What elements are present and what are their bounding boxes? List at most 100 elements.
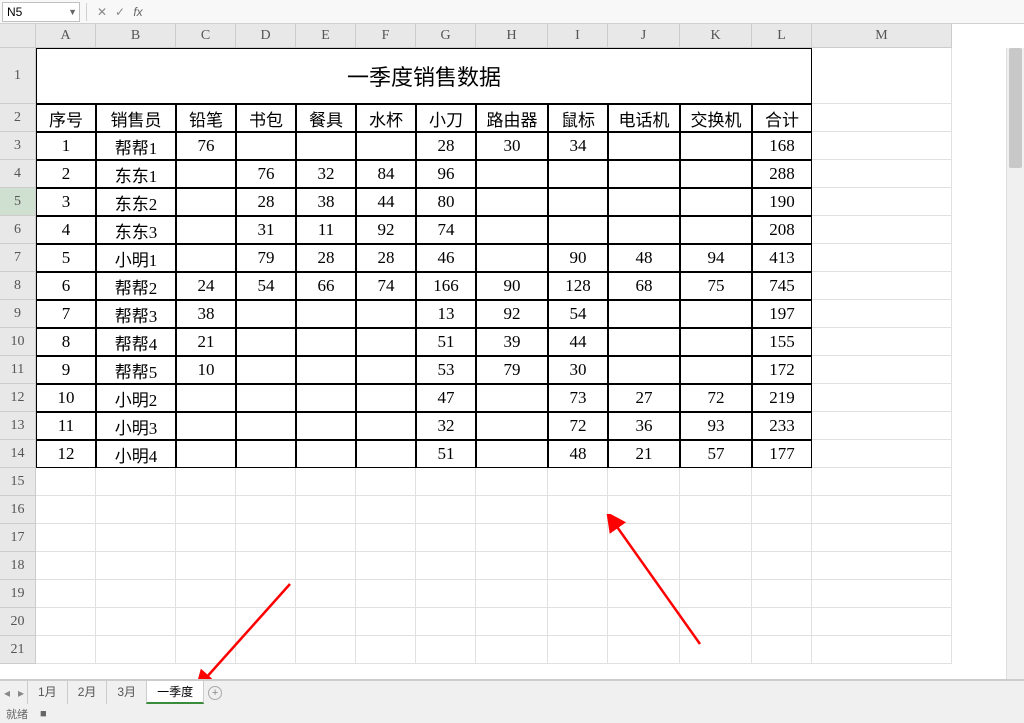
cell-H8[interactable]: 90 [476,272,548,300]
sheet-tab-一季度[interactable]: 一季度 [146,681,204,704]
cell-L3[interactable]: 168 [752,132,812,160]
cell-D20[interactable] [236,608,296,636]
cell-F21[interactable] [356,636,416,664]
cell-M10[interactable] [812,328,952,356]
row-header-9[interactable]: 9 [0,300,36,328]
cell-D10[interactable] [236,328,296,356]
cell-B17[interactable] [96,524,176,552]
cell-J4[interactable] [608,160,680,188]
cell-K5[interactable] [680,188,752,216]
cell-K4[interactable] [680,160,752,188]
cell-K6[interactable] [680,216,752,244]
col-header-C[interactable]: C [176,24,236,48]
cell-G20[interactable] [416,608,476,636]
cell-F10[interactable] [356,328,416,356]
cell-L19[interactable] [752,580,812,608]
cell-F18[interactable] [356,552,416,580]
cell-G2[interactable]: 小刀 [416,104,476,132]
cell-B10[interactable]: 帮帮4 [96,328,176,356]
cell-J3[interactable] [608,132,680,160]
cell-E16[interactable] [296,496,356,524]
cell-M6[interactable] [812,216,952,244]
cell-A18[interactable] [36,552,96,580]
row-header-5[interactable]: 5 [0,188,36,216]
cell-M1[interactable] [812,48,952,104]
cell-D4[interactable]: 76 [236,160,296,188]
cell-D11[interactable] [236,356,296,384]
cell-I10[interactable]: 44 [548,328,608,356]
cell-G4[interactable]: 96 [416,160,476,188]
col-header-F[interactable]: F [356,24,416,48]
cell-F17[interactable] [356,524,416,552]
cell-M16[interactable] [812,496,952,524]
cell-B13[interactable]: 小明3 [96,412,176,440]
cell-M5[interactable] [812,188,952,216]
cell-H6[interactable] [476,216,548,244]
cell-A3[interactable]: 1 [36,132,96,160]
cell-B21[interactable] [96,636,176,664]
cell-I21[interactable] [548,636,608,664]
cell-M7[interactable] [812,244,952,272]
cell-G11[interactable]: 53 [416,356,476,384]
cell-C21[interactable] [176,636,236,664]
row-header-14[interactable]: 14 [0,440,36,468]
row-header-18[interactable]: 18 [0,552,36,580]
cell-F13[interactable] [356,412,416,440]
cell-H9[interactable]: 92 [476,300,548,328]
cell-A16[interactable] [36,496,96,524]
cell-C14[interactable] [176,440,236,468]
cell-D12[interactable] [236,384,296,412]
cell-C19[interactable] [176,580,236,608]
cell-A2[interactable]: 序号 [36,104,96,132]
cell-L14[interactable]: 177 [752,440,812,468]
col-header-J[interactable]: J [608,24,680,48]
cell-H17[interactable] [476,524,548,552]
cell-A15[interactable] [36,468,96,496]
cell-E4[interactable]: 32 [296,160,356,188]
cell-J5[interactable] [608,188,680,216]
select-all-corner[interactable] [0,24,36,48]
cell-F7[interactable]: 28 [356,244,416,272]
cell-K9[interactable] [680,300,752,328]
cell-M17[interactable] [812,524,952,552]
row-header-1[interactable]: 1 [0,48,36,104]
cell-F2[interactable]: 水杯 [356,104,416,132]
row-header-2[interactable]: 2 [0,104,36,132]
cell-L10[interactable]: 155 [752,328,812,356]
cell-D15[interactable] [236,468,296,496]
cell-E14[interactable] [296,440,356,468]
cell-C15[interactable] [176,468,236,496]
cell-E21[interactable] [296,636,356,664]
cell-I4[interactable] [548,160,608,188]
cell-F3[interactable] [356,132,416,160]
cell-B7[interactable]: 小明1 [96,244,176,272]
sheet-tab-3月[interactable]: 3月 [106,681,147,704]
cell-H15[interactable] [476,468,548,496]
name-box[interactable]: N5 ▼ [2,2,80,22]
cell-M18[interactable] [812,552,952,580]
cell-B4[interactable]: 东东1 [96,160,176,188]
cell-C8[interactable]: 24 [176,272,236,300]
cell-C4[interactable] [176,160,236,188]
cell-C13[interactable] [176,412,236,440]
cell-C12[interactable] [176,384,236,412]
cell-A6[interactable]: 4 [36,216,96,244]
cell-C10[interactable]: 21 [176,328,236,356]
cell-J21[interactable] [608,636,680,664]
tab-nav-first-icon[interactable]: ◂ [0,686,14,700]
cell-A12[interactable]: 10 [36,384,96,412]
cell-F6[interactable]: 92 [356,216,416,244]
cell-H4[interactable] [476,160,548,188]
cell-G6[interactable]: 74 [416,216,476,244]
row-header-17[interactable]: 17 [0,524,36,552]
col-header-E[interactable]: E [296,24,356,48]
cell-A5[interactable]: 3 [36,188,96,216]
spreadsheet-grid[interactable]: ABCDEFGHIJKLM 12345678910111213141516171… [0,24,1024,680]
cell-B3[interactable]: 帮帮1 [96,132,176,160]
row-header-19[interactable]: 19 [0,580,36,608]
accept-formula-icon[interactable]: ✓ [111,5,129,19]
cell-D5[interactable]: 28 [236,188,296,216]
cell-K13[interactable]: 93 [680,412,752,440]
cell-K17[interactable] [680,524,752,552]
cell-M20[interactable] [812,608,952,636]
